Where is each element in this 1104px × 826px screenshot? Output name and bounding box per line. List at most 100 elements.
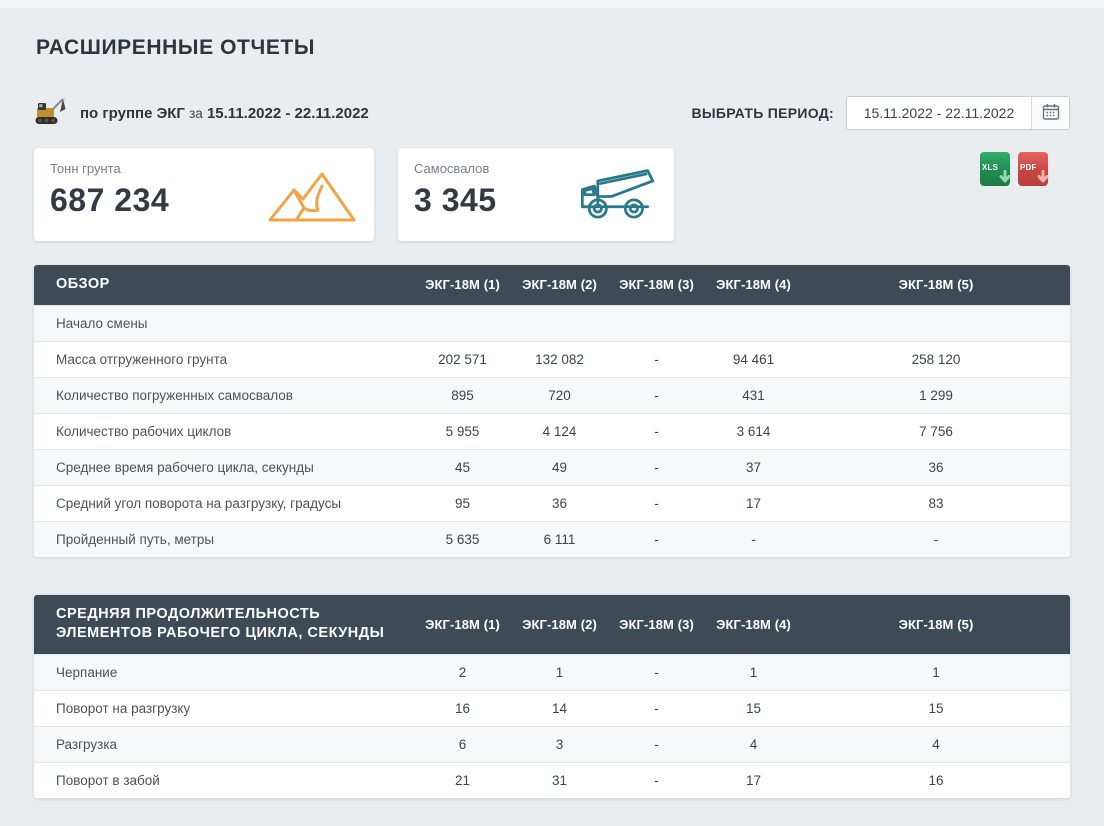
cell-value: - [608, 521, 705, 557]
cell-value: - [608, 341, 705, 377]
row-label: Количество рабочих циклов [34, 413, 414, 449]
cell-value: 16 [802, 762, 1070, 798]
row-label: Черпание [34, 654, 414, 690]
cycle-duration-table: СРЕДНЯЯ ПРОДОЛЖИТЕЛЬНОСТЬ ЭЛЕМЕНТОВ РАБО… [34, 595, 1070, 798]
cell-value: 17 [705, 485, 802, 521]
cell-value: 37 [705, 449, 802, 485]
table-row: Начало смены [34, 305, 1070, 341]
dump-truck-icon [572, 162, 658, 229]
cell-value: 7 756 [802, 413, 1070, 449]
table-header-row: СРЕДНЯЯ ПРОДОЛЖИТЕЛЬНОСТЬ ЭЛЕМЕНТОВ РАБО… [34, 595, 1070, 655]
table-row: Среднее время рабочего цикла, секунды 45… [34, 449, 1070, 485]
cell-value: - [802, 521, 1070, 557]
column-header: ЭКГ-18М (5) [802, 265, 1070, 305]
cell-value: 15 [705, 690, 802, 726]
cell-value [608, 305, 705, 341]
calendar-icon [1042, 103, 1060, 124]
column-header: ЭКГ-18М (2) [511, 265, 608, 305]
table-row: Поворот в забой 21 31 - 17 16 [34, 762, 1070, 798]
cell-value [802, 305, 1070, 341]
cell-value: 720 [511, 377, 608, 413]
table-row: Масса отгруженного грунта 202 571 132 08… [34, 341, 1070, 377]
xls-file-icon: XLS [982, 163, 998, 172]
cell-value: - [608, 377, 705, 413]
cell-value: 258 120 [802, 341, 1070, 377]
cell-value: - [608, 449, 705, 485]
toolbar: по группе ЭКГ за 15.11.2022 - 22.11.2022… [34, 94, 1070, 132]
report-page: РАСШИРЕННЫЕ ОТЧЕТЫ по группе ЭК [0, 8, 1104, 798]
cell-value: 1 [802, 654, 1070, 690]
cell-value: 5 635 [414, 521, 511, 557]
scope-group: по группе ЭКГ [80, 105, 185, 122]
cell-value: 6 111 [511, 521, 608, 557]
column-header: ЭКГ-18М (5) [802, 595, 1070, 655]
row-label: Пройденный путь, метры [34, 521, 414, 557]
mountain-icon [266, 168, 358, 229]
cell-value: 4 [705, 726, 802, 762]
table-row: Пройденный путь, метры 5 635 6 111 - - - [34, 521, 1070, 557]
period-picker-label: ВЫБРАТЬ ПЕРИОД: [691, 105, 834, 121]
cell-value: - [608, 413, 705, 449]
row-label: Количество погруженных самосвалов [34, 377, 414, 413]
column-header: ЭКГ-18М (2) [511, 595, 608, 655]
cell-value: 95 [414, 485, 511, 521]
cell-value: 36 [511, 485, 608, 521]
cell-value: 15 [802, 690, 1070, 726]
column-header: ЭКГ-18М (3) [608, 265, 705, 305]
cell-value: 1 [705, 654, 802, 690]
row-label: Среднее время рабочего цикла, секунды [34, 449, 414, 485]
row-label: Средний угол поворота на разгрузку, град… [34, 485, 414, 521]
scope-text: по группе ЭКГ за 15.11.2022 - 22.11.2022 [80, 105, 369, 122]
calendar-button[interactable] [1031, 97, 1069, 129]
cell-value: 3 614 [705, 413, 802, 449]
page-title: РАСШИРЕННЫЕ ОТЧЕТЫ [36, 36, 1070, 60]
table-row: Разгрузка 6 3 - 4 4 [34, 726, 1070, 762]
column-header: ЭКГ-18М (1) [414, 595, 511, 655]
cell-value: 1 299 [802, 377, 1070, 413]
cell-value: - [608, 690, 705, 726]
table-row: Количество погруженных самосвалов 895 72… [34, 377, 1070, 413]
cell-value: 1 [511, 654, 608, 690]
scope-preposition: за [189, 106, 203, 121]
cell-value: 895 [414, 377, 511, 413]
top-strip [0, 0, 1104, 8]
cell-value: - [608, 485, 705, 521]
cell-value: 14 [511, 690, 608, 726]
report-scope: по группе ЭКГ за 15.11.2022 - 22.11.2022 [34, 96, 369, 131]
cell-value: 17 [705, 762, 802, 798]
period-control [846, 96, 1070, 130]
cell-value [705, 305, 802, 341]
row-label: Разгрузка [34, 726, 414, 762]
cell-value: 31 [511, 762, 608, 798]
pdf-file-icon: PDF [1020, 163, 1037, 172]
period-input[interactable] [847, 97, 1031, 129]
cell-value [414, 305, 511, 341]
column-header: ЭКГ-18М (3) [608, 595, 705, 655]
period-picker: ВЫБРАТЬ ПЕРИОД: [691, 96, 1070, 130]
cell-value: 2 [414, 654, 511, 690]
row-label: Начало смены [34, 305, 414, 341]
cell-value: 4 [802, 726, 1070, 762]
export-buttons: XLS PDF [980, 152, 1070, 186]
table-header-row: ОБЗОР ЭКГ-18М (1) ЭКГ-18М (2) ЭКГ-18М (3… [34, 265, 1070, 305]
table-row: Черпание 2 1 - 1 1 [34, 654, 1070, 690]
download-pdf-button[interactable]: PDF [1018, 152, 1048, 186]
excavator-icon [34, 96, 70, 131]
cell-value: 94 461 [705, 341, 802, 377]
cell-value: 4 124 [511, 413, 608, 449]
download-xls-button[interactable]: XLS [980, 152, 1010, 186]
cell-value: 21 [414, 762, 511, 798]
cell-value: - [608, 726, 705, 762]
row-label: Масса отгруженного грунта [34, 341, 414, 377]
cell-value: - [608, 654, 705, 690]
download-arrow-icon [1036, 170, 1050, 189]
cell-value: 3 [511, 726, 608, 762]
table-title: ОБЗОР [34, 265, 414, 305]
cell-value: 431 [705, 377, 802, 413]
cell-value: 132 082 [511, 341, 608, 377]
download-arrow-icon [998, 170, 1012, 189]
scope-period: 15.11.2022 - 22.11.2022 [207, 105, 369, 122]
cell-value [511, 305, 608, 341]
overview-table: ОБЗОР ЭКГ-18М (1) ЭКГ-18М (2) ЭКГ-18М (3… [34, 265, 1070, 557]
cell-value: 5 955 [414, 413, 511, 449]
